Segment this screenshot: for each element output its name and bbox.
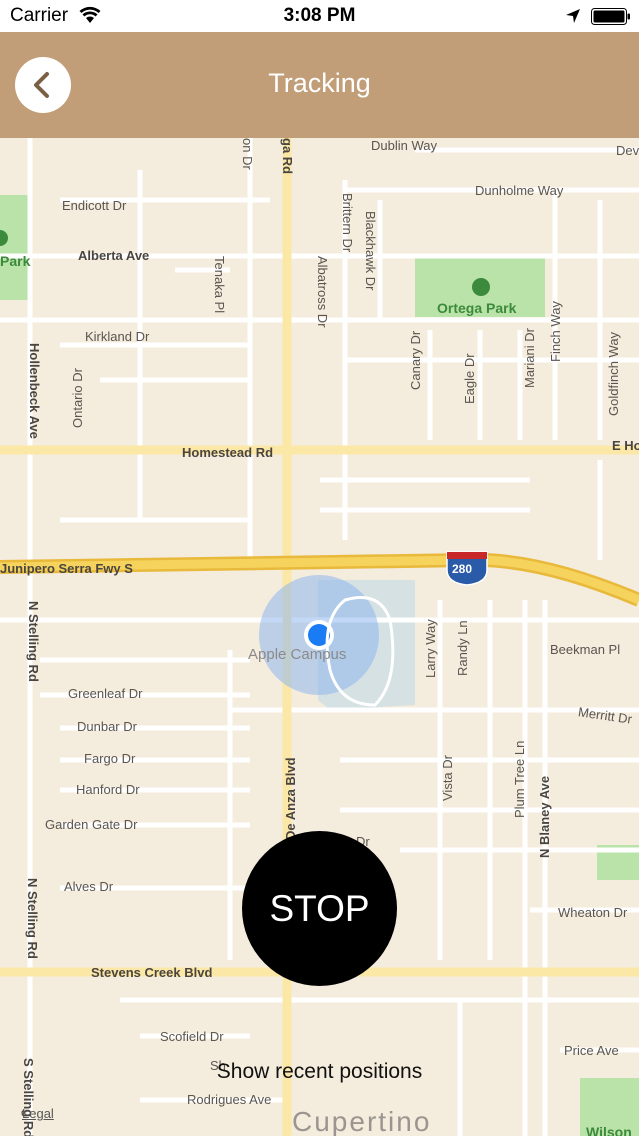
park-label: Ortega Park xyxy=(437,300,517,316)
street-label: Dev xyxy=(616,143,639,158)
battery-icon xyxy=(591,8,630,25)
show-recent-positions-link[interactable]: Show recent positions xyxy=(0,1060,639,1084)
park-label: Wilson xyxy=(586,1124,632,1136)
street-label: Ontario Dr xyxy=(70,368,85,428)
legal-link[interactable]: Legal xyxy=(22,1106,54,1121)
street-label: Albatross Dr xyxy=(315,256,330,328)
street-label: E Ho xyxy=(612,438,639,453)
street-label: Rodrigues Ave xyxy=(187,1092,272,1107)
street-label: Fargo Dr xyxy=(84,751,136,766)
street-label: Wheaton Dr xyxy=(558,905,628,920)
status-time: 3:08 PM xyxy=(283,5,356,26)
campus-label: Apple Campus xyxy=(248,646,347,663)
street-label: Larry Way xyxy=(423,619,438,678)
street-label: Alberta Ave xyxy=(78,248,150,263)
street-label: Vista Dr xyxy=(440,755,455,801)
street-label: N Stelling Rd xyxy=(25,878,40,959)
street-label: Stevens Creek Blvd xyxy=(91,965,213,980)
status-bar: Carrier 3:08 PM xyxy=(0,0,639,32)
nav-bar: Tracking xyxy=(0,32,639,138)
street-label: Price Ave xyxy=(564,1043,619,1058)
street-label: Blackhawk Dr xyxy=(363,211,378,291)
street-label: Junipero Serra Fwy S xyxy=(0,561,133,576)
street-label: Plum Tree Ln xyxy=(512,740,527,818)
street-label: ga Rd xyxy=(280,138,295,175)
street-label: Garden Gate Dr xyxy=(45,817,138,832)
street-label: Alves Dr xyxy=(64,879,114,894)
street-label: Brittern Dr xyxy=(340,193,355,253)
street-label: Scofield Dr xyxy=(160,1029,224,1044)
street-label: Hanford Dr xyxy=(76,782,140,797)
map-view[interactable]: Dublin Way Dev Endicott Dr Dunholme Way … xyxy=(0,138,639,1136)
street-label: Goldfinch Way xyxy=(606,331,621,416)
street-label: Greenleaf Dr xyxy=(68,686,143,701)
street-label: N Stelling Rd xyxy=(26,601,41,682)
street-label: Tenaka Pl xyxy=(212,256,227,314)
street-label: Endicott Dr xyxy=(62,198,127,213)
street-label: Hollenbeck Ave xyxy=(27,343,42,439)
page-title: Tracking xyxy=(268,68,371,98)
street-label: on Dr xyxy=(240,138,255,170)
street-label: Eagle Dr xyxy=(462,353,477,404)
stop-button[interactable]: STOP xyxy=(242,831,397,986)
street-label: Finch Way xyxy=(548,301,563,362)
street-label: Dunbar Dr xyxy=(77,719,137,734)
street-label: Beekman Pl xyxy=(550,642,621,657)
street-label: Dublin Way xyxy=(371,138,437,153)
street-label: N Blaney Ave xyxy=(537,775,552,858)
street-label: Canary Dr xyxy=(408,330,423,390)
street-label: Kirkland Dr xyxy=(85,329,150,344)
street-label: Randy Ln xyxy=(455,620,470,676)
street-label: Dunholme Way xyxy=(475,183,564,198)
park-label: Park xyxy=(0,253,31,269)
location-arrow-icon xyxy=(566,9,580,23)
city-label: Cupertino xyxy=(292,1106,432,1136)
highway-shield-number: 280 xyxy=(452,562,473,576)
street-label: Homestead Rd xyxy=(182,445,274,460)
street-label: Mariani Dr xyxy=(522,328,537,388)
